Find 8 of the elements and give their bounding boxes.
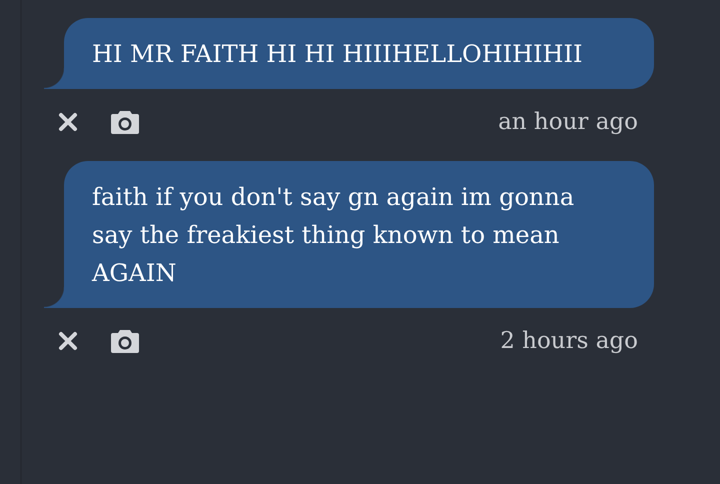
message-text: HI MR FAITH HI HI HIIIHELLOHIHIHII	[92, 39, 584, 70]
message-text: faith if you don't say gn again im gonna say the freakiest thing known to mean AGAIN	[92, 182, 576, 289]
camera-icon[interactable]	[110, 109, 140, 135]
timestamp: 2 hours ago	[500, 328, 638, 354]
close-icon[interactable]	[58, 331, 78, 351]
timestamp: an hour ago	[498, 109, 638, 135]
camera-icon[interactable]	[110, 328, 140, 354]
close-icon[interactable]	[58, 112, 78, 132]
